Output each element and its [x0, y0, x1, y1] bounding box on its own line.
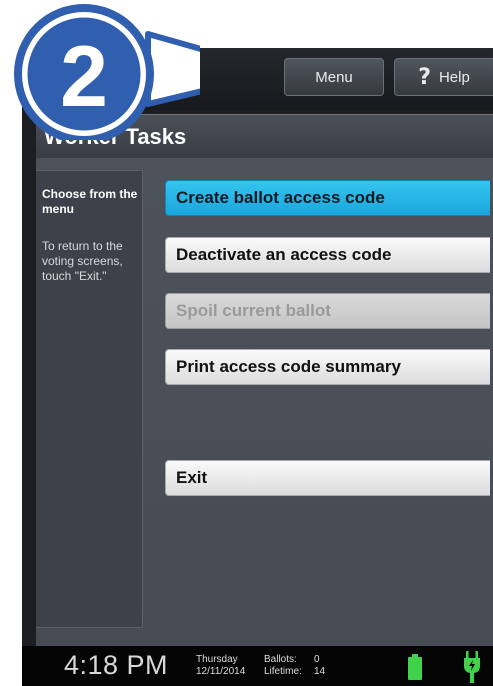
- step-callout: 2: [14, 4, 200, 140]
- main-content: Choose from the menu To return to the vo…: [36, 158, 493, 646]
- clock: 4:18 PM: [64, 650, 169, 680]
- deactivate-access-code-button[interactable]: Deactivate an access code: [165, 237, 490, 273]
- menu-button-label: Menu: [315, 68, 353, 86]
- day-label: Thursday: [196, 654, 238, 665]
- menu-button[interactable]: Menu: [284, 58, 384, 96]
- help-icon: ?: [418, 64, 431, 90]
- spoil-ballot-label: Spoil current ballot: [176, 301, 331, 320]
- instructions-text: To return to the voting screens, touch "…: [42, 239, 123, 283]
- print-summary-label: Print access code summary: [176, 357, 401, 376]
- battery-icon: [408, 654, 422, 680]
- lifetime-label: Lifetime:: [264, 666, 302, 677]
- ballots-count: 0: [314, 654, 320, 665]
- deactivate-access-code-label: Deactivate an access code: [176, 245, 392, 264]
- power-plug-icon: [464, 651, 480, 683]
- print-summary-button[interactable]: Print access code summary: [165, 349, 490, 385]
- create-access-code-label: Create ballot access code: [176, 188, 385, 207]
- help-button-label: Help: [438, 68, 470, 86]
- instructions-heading: Choose from the menu: [42, 187, 138, 216]
- step-number: 2: [60, 29, 108, 125]
- exit-button[interactable]: Exit: [165, 460, 490, 496]
- date-label: 12/11/2014: [196, 666, 246, 677]
- spoil-ballot-button: Spoil current ballot: [165, 293, 490, 329]
- create-access-code-button[interactable]: Create ballot access code: [165, 180, 490, 216]
- exit-label: Exit: [176, 468, 208, 487]
- help-button[interactable]: ? Help: [394, 58, 493, 96]
- instructions-panel: Choose from the menu To return to the vo…: [36, 170, 143, 628]
- voting-device-screen: Menu ? Help Worker Tasks Choose from the…: [22, 48, 493, 686]
- ballots-label: Ballots:: [264, 654, 297, 665]
- status-bar: 4:18 PM Thursday 12/11/2014 Ballots: 0 L…: [22, 646, 493, 686]
- lifetime-count: 14: [314, 666, 326, 677]
